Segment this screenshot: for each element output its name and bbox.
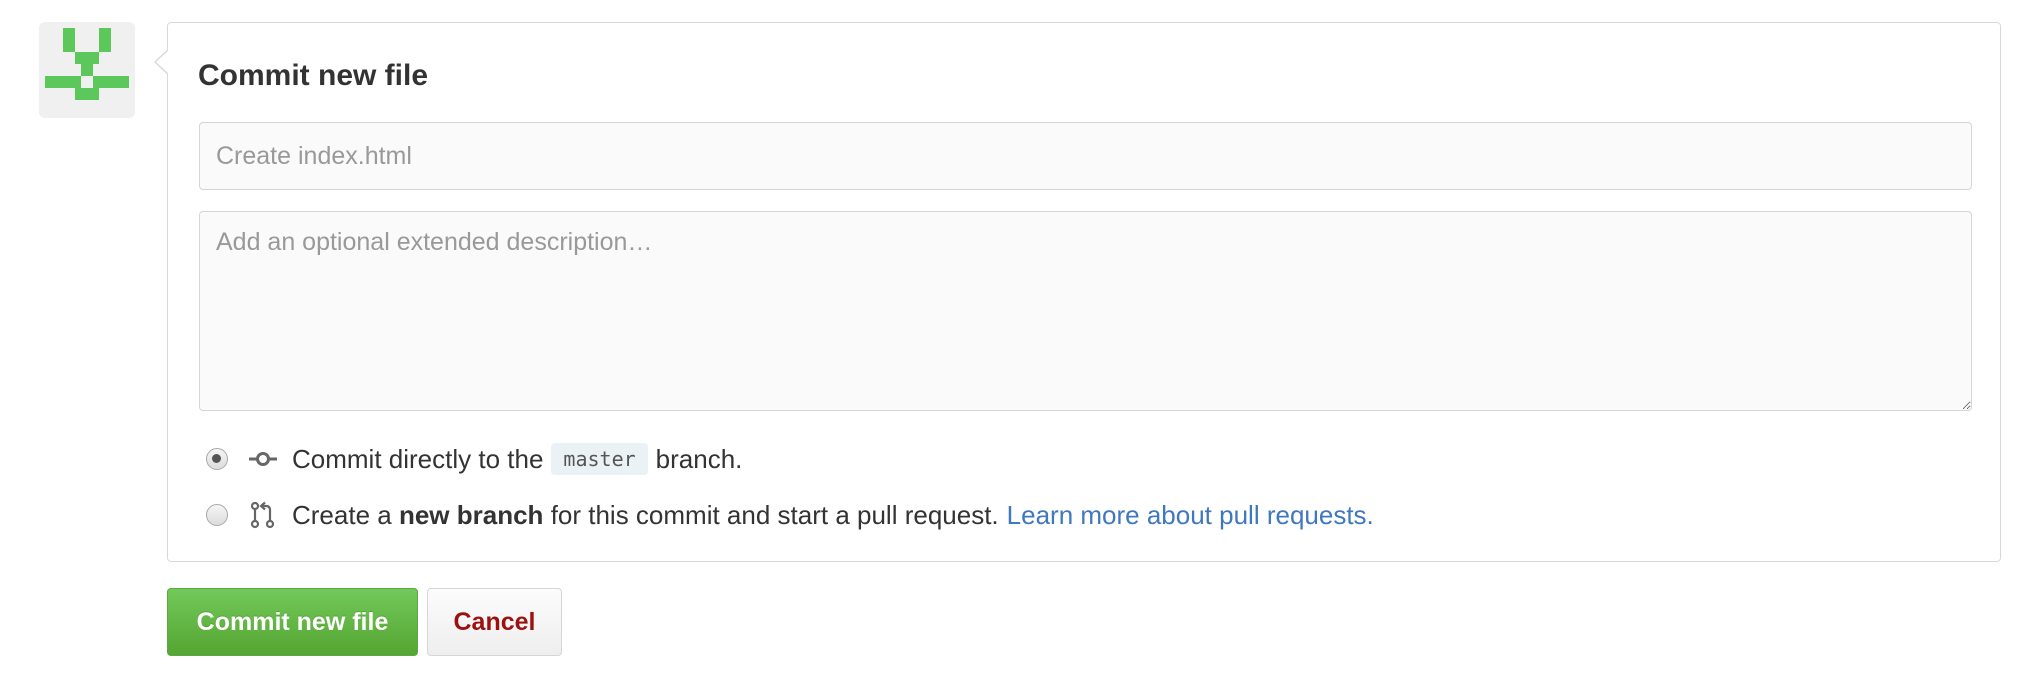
new-branch-radio[interactable] [206,504,228,526]
speech-arrow-fill [156,50,169,74]
commit-description-textarea[interactable] [199,211,1972,411]
commit-direct-option[interactable]: Commit directly to the master branch. [206,441,742,477]
avatar[interactable] [39,22,135,118]
new-branch-option[interactable]: Create a new branch for this commit and … [206,497,1374,533]
git-commit-icon [248,444,278,474]
commit-heading: Commit new file [198,59,429,92]
cancel-button[interactable]: Cancel [427,588,562,656]
commit-direct-text-before: Commit directly to the [292,443,544,474]
new-branch-bold-text: new branch [398,499,544,530]
pull-requests-help-link[interactable]: Learn more about pull requests. [1007,500,1374,531]
commit-new-file-button[interactable]: Commit new file [167,588,418,656]
commit-form-box: Commit new file Commit directly to the m… [154,22,2001,562]
new-branch-text-before: Create a [292,499,392,530]
commit-direct-radio[interactable] [206,448,228,470]
identicon-icon [45,28,129,100]
commit-page: Commit new file Commit directly to the m… [0,0,2039,693]
branch-name-badge: master [551,443,648,475]
commit-summary-input[interactable] [199,122,1972,190]
new-branch-text-after: for this commit and start a pull request… [550,499,999,530]
git-pull-request-icon [248,500,278,530]
commit-direct-text-after: branch. [655,443,743,474]
